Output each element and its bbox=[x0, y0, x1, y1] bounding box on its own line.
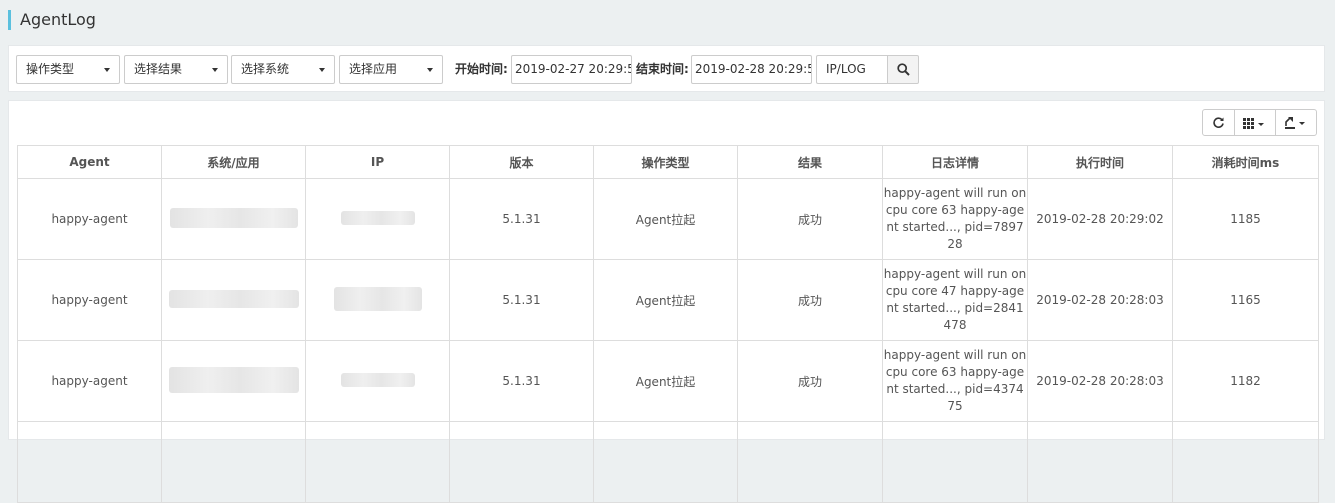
table-row[interactable]: happy-agent 5.1.31 Agent拉起 成功 happy-agen… bbox=[17, 178, 1319, 260]
header-exec-time[interactable]: 执行时间 bbox=[1027, 145, 1173, 179]
application-label: 选择应用 bbox=[349, 62, 398, 76]
header-cost-ms[interactable]: 消耗时间ms bbox=[1172, 145, 1319, 179]
search-button[interactable] bbox=[887, 55, 919, 84]
cell-result: 成功 bbox=[737, 340, 883, 422]
cell-agent: happy-agent bbox=[17, 178, 162, 260]
system-select[interactable]: 选择系统 bbox=[231, 55, 335, 84]
cell-ip bbox=[305, 178, 450, 260]
cell-log-detail: happy-agent will run on cpu core 63 happ… bbox=[882, 178, 1028, 260]
cell-result: 成功 bbox=[737, 178, 883, 260]
cell-system-app bbox=[161, 259, 306, 341]
redacted-blur bbox=[169, 207, 298, 228]
export-button[interactable] bbox=[1275, 109, 1317, 136]
cell-exec-time: 2019-02-28 20:28:03 bbox=[1027, 340, 1173, 422]
filter-panel: 操作类型 选择结果 选择系统 选择应用 开始时间: 2019-02-27 20:… bbox=[8, 45, 1325, 92]
cell-system-app bbox=[161, 178, 306, 260]
caret-down-icon bbox=[319, 68, 325, 72]
result-select[interactable]: 选择结果 bbox=[124, 55, 228, 84]
cell-log-detail: happy-agent will run on cpu core 47 happ… bbox=[882, 259, 1028, 341]
search-input[interactable]: IP/LOG bbox=[816, 55, 887, 84]
end-time-label: 结束时间: bbox=[636, 62, 689, 76]
header-version[interactable]: 版本 bbox=[449, 145, 594, 179]
cell-cost-ms: 1182 bbox=[1172, 340, 1319, 422]
cell-operation: Agent拉起 bbox=[593, 178, 738, 260]
header-operation-type[interactable]: 操作类型 bbox=[593, 145, 738, 179]
cell-version: 5.1.31 bbox=[449, 259, 594, 341]
operation-type-select[interactable]: 操作类型 bbox=[16, 55, 120, 84]
cell-version: 5.1.31 bbox=[449, 178, 594, 260]
redacted-blur bbox=[340, 210, 415, 225]
search-icon bbox=[897, 63, 910, 76]
redacted-blur bbox=[168, 289, 299, 308]
cell-cost-ms: 1165 bbox=[1172, 259, 1319, 341]
columns-toggle-button[interactable] bbox=[1234, 109, 1276, 136]
cell-cost-ms: 1185 bbox=[1172, 178, 1319, 260]
table-row[interactable] bbox=[17, 421, 1319, 503]
cell-ip bbox=[305, 259, 450, 341]
header-log-detail[interactable]: 日志详情 bbox=[882, 145, 1028, 179]
cell-exec-time: 2019-02-28 20:29:02 bbox=[1027, 178, 1173, 260]
cell-operation: Agent拉起 bbox=[593, 340, 738, 422]
table-row[interactable]: happy-agent 5.1.31 Agent拉起 成功 happy-agen… bbox=[17, 259, 1319, 341]
cell-agent: happy-agent bbox=[17, 340, 162, 422]
system-label: 选择系统 bbox=[241, 62, 290, 76]
application-select[interactable]: 选择应用 bbox=[339, 55, 443, 84]
operation-type-label: 操作类型 bbox=[26, 62, 75, 76]
grid-columns-icon bbox=[1243, 118, 1264, 129]
refresh-button[interactable] bbox=[1202, 109, 1235, 136]
cell-operation: Agent拉起 bbox=[593, 259, 738, 341]
page-title: AgentLog bbox=[8, 10, 96, 30]
cell-version: 5.1.31 bbox=[449, 340, 594, 422]
start-time-label: 开始时间: bbox=[455, 62, 508, 76]
start-time-input[interactable]: 2019-02-27 20:29:51 bbox=[511, 55, 632, 84]
header-ip[interactable]: IP bbox=[305, 145, 450, 179]
redacted-blur bbox=[340, 372, 415, 387]
export-icon bbox=[1285, 117, 1305, 129]
end-time-input[interactable]: 2019-02-28 20:29:51 bbox=[691, 55, 812, 84]
result-label: 选择结果 bbox=[134, 62, 183, 76]
cell-log-detail: happy-agent will run on cpu core 63 happ… bbox=[882, 340, 1028, 422]
redacted-blur bbox=[333, 286, 422, 311]
header-result[interactable]: 结果 bbox=[737, 145, 883, 179]
caret-down-icon bbox=[427, 68, 433, 72]
main-panel: Agent 系统/应用 IP 版本 操作类型 结果 日志详情 执行时间 消耗时间… bbox=[8, 100, 1325, 503]
table-header-row: Agent 系统/应用 IP 版本 操作类型 结果 日志详情 执行时间 消耗时间… bbox=[17, 145, 1319, 179]
header-agent[interactable]: Agent bbox=[17, 145, 162, 179]
caret-down-icon bbox=[212, 68, 218, 72]
cell-agent: happy-agent bbox=[17, 259, 162, 341]
header-system-app[interactable]: 系统/应用 bbox=[161, 145, 306, 179]
cell-ip bbox=[305, 340, 450, 422]
caret-down-icon bbox=[104, 68, 110, 72]
cell-exec-time: 2019-02-28 20:28:03 bbox=[1027, 259, 1173, 341]
refresh-icon bbox=[1213, 117, 1224, 128]
agent-log-table: Agent 系统/应用 IP 版本 操作类型 结果 日志详情 执行时间 消耗时间… bbox=[17, 145, 1319, 503]
cell-result: 成功 bbox=[737, 259, 883, 341]
cell-system-app bbox=[161, 340, 306, 422]
redacted-blur bbox=[168, 366, 299, 393]
table-row[interactable]: happy-agent 5.1.31 Agent拉起 成功 happy-agen… bbox=[17, 340, 1319, 422]
